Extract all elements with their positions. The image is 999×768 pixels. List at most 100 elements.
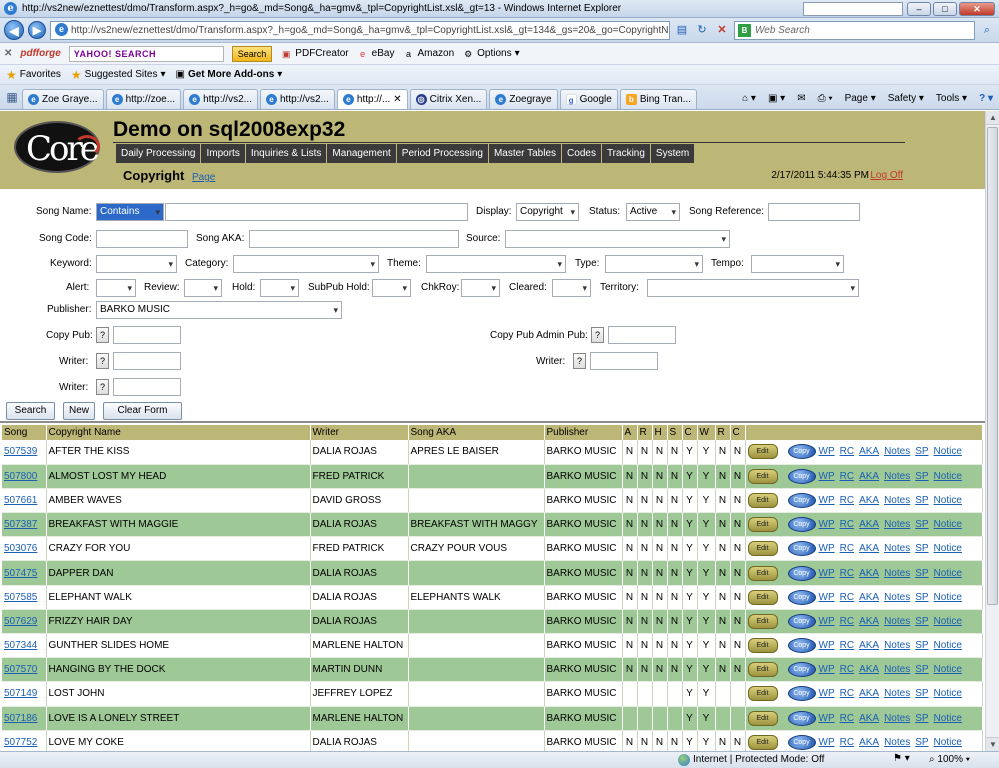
row-link-rc[interactable]: RC (840, 446, 854, 457)
row-link-wp[interactable]: WP (819, 640, 835, 651)
song-id-cell[interactable]: 507585 (2, 585, 47, 610)
row-link-notes[interactable]: Notes (884, 446, 910, 457)
edit-button[interactable]: Edit (747, 734, 778, 750)
row-link-aka[interactable]: AKA (859, 616, 879, 627)
song-id-cell[interactable]: 507539 (2, 440, 47, 465)
row-link-notes[interactable]: Notes (884, 568, 910, 579)
edit-button[interactable]: Edit (747, 492, 778, 508)
writer3-input[interactable] (113, 378, 181, 396)
logoff-link[interactable]: Log Off (870, 170, 903, 181)
row-link-notice[interactable]: Notice (934, 640, 962, 651)
row-link-notes[interactable]: Notes (884, 471, 910, 482)
row-link-aka[interactable]: AKA (859, 568, 879, 579)
options-button[interactable]: ⚙ Options ▾ (462, 48, 520, 60)
close-toolbar-icon[interactable]: ✕ (4, 48, 12, 59)
scroll-down-icon[interactable]: ▼ (986, 737, 999, 751)
feeds-icon[interactable]: ▣ ▾ (768, 93, 785, 104)
row-link-sp[interactable]: SP (915, 640, 928, 651)
row-link-sp[interactable]: SP (915, 543, 928, 554)
url-input[interactable]: http://vs2new/eznettest/dmo/Transform.as… (50, 20, 670, 40)
row-link-aka[interactable]: AKA (859, 688, 879, 699)
copy-pub-lookup-button[interactable]: ? (96, 327, 109, 343)
copy-button[interactable]: Copy (787, 662, 816, 678)
copy-button[interactable]: Copy (787, 613, 816, 629)
compatibility-icon[interactable]: ▤ (674, 22, 690, 38)
row-link-aka[interactable]: AKA (859, 592, 879, 603)
close-tab-icon[interactable]: ✕ (393, 94, 401, 105)
song-id-cell[interactable]: 507570 (2, 657, 47, 683)
nav-daily-processing[interactable]: Daily Processing (116, 144, 202, 163)
row-link-notes[interactable]: Notes (884, 543, 910, 554)
copy-button[interactable]: Copy (787, 710, 816, 726)
row-link-aka[interactable]: AKA (859, 713, 879, 724)
row-link-sp[interactable]: SP (915, 713, 928, 724)
category-select[interactable] (233, 255, 379, 273)
song-id-link[interactable]: 507475 (4, 568, 37, 579)
row-link-rc[interactable]: RC (840, 616, 854, 627)
edit-button[interactable]: Edit (747, 517, 778, 533)
row-link-rc[interactable]: RC (840, 519, 854, 530)
row-link-wp[interactable]: WP (819, 664, 835, 675)
song-id-cell[interactable]: 507800 (2, 464, 47, 489)
song-id-link[interactable]: 507629 (4, 616, 37, 627)
row-link-rc[interactable]: RC (840, 543, 854, 554)
nav-master-tables[interactable]: Master Tables (488, 144, 563, 163)
amazon-button[interactable]: a Amazon (402, 48, 454, 60)
nav-management[interactable]: Management (327, 144, 397, 163)
song-id-link[interactable]: 507570 (4, 664, 37, 675)
col-header-song-aka[interactable]: Song AKA (408, 425, 545, 440)
edit-button[interactable]: Edit (747, 710, 778, 726)
chkroy-select[interactable] (461, 279, 500, 297)
row-link-wp[interactable]: WP (819, 495, 835, 506)
safety-menu[interactable]: Safety ▾ (888, 93, 924, 104)
copy-button[interactable]: Copy (787, 492, 816, 508)
song-id-cell[interactable]: 507149 (2, 681, 47, 707)
tempo-select[interactable] (751, 255, 844, 273)
row-link-rc[interactable]: RC (840, 568, 854, 579)
close-window-button[interactable]: ✕ (959, 1, 995, 16)
row-link-rc[interactable]: RC (840, 713, 854, 724)
yahoo-search-input[interactable]: YAHOO! SEARCH (68, 45, 224, 62)
song-id-cell[interactable]: 507475 (2, 560, 47, 586)
mail-icon[interactable]: ✉ (797, 93, 805, 104)
territory-select[interactable] (647, 279, 859, 297)
copy-button[interactable]: Copy (787, 517, 816, 533)
zoom-level[interactable]: ⌕ 100% ▾ (929, 754, 970, 765)
keyword-select[interactable] (96, 255, 177, 273)
row-link-sp[interactable]: SP (915, 737, 928, 748)
row-link-notes[interactable]: Notes (884, 495, 910, 506)
col-header-publisher[interactable]: Publisher (544, 425, 623, 440)
song-code-input[interactable] (96, 230, 188, 248)
row-link-notes[interactable]: Notes (884, 592, 910, 603)
song-id-cell[interactable]: 507186 (2, 706, 47, 731)
song-id-cell[interactable]: 503076 (2, 536, 47, 562)
forward-button[interactable]: ▶ (28, 21, 46, 39)
row-link-aka[interactable]: AKA (859, 495, 879, 506)
copy-pub-admin-input[interactable] (608, 326, 676, 344)
minimize-button[interactable]: – (907, 1, 931, 16)
row-link-notice[interactable]: Notice (934, 616, 962, 627)
row-link-notes[interactable]: Notes (884, 519, 910, 530)
vertical-scrollbar[interactable]: ▲ ▼ (985, 111, 999, 751)
copy-button[interactable]: Copy (787, 589, 816, 605)
subpub-hold-select[interactable] (372, 279, 411, 297)
nav-imports[interactable]: Imports (201, 144, 246, 163)
row-link-notice[interactable]: Notice (934, 495, 962, 506)
scroll-thumb[interactable] (987, 127, 998, 605)
song-name-input[interactable] (165, 203, 468, 221)
copy-button[interactable]: Copy (787, 565, 816, 581)
row-link-wp[interactable]: WP (819, 616, 835, 627)
row-link-notice[interactable]: Notice (934, 664, 962, 675)
writer2-lookup-button[interactable]: ? (573, 353, 586, 369)
row-link-sp[interactable]: SP (915, 616, 928, 627)
row-link-sp[interactable]: SP (915, 495, 928, 506)
row-link-sp[interactable]: SP (915, 471, 928, 482)
browser-tab[interactable]: e http://zoe... (105, 89, 182, 109)
row-link-wp[interactable]: WP (819, 519, 835, 530)
cleared-select[interactable] (552, 279, 591, 297)
song-id-cell[interactable]: 507629 (2, 609, 47, 635)
row-link-sp[interactable]: SP (915, 664, 928, 675)
copy-button[interactable]: Copy (787, 638, 816, 654)
writer-lookup-button[interactable]: ? (96, 353, 109, 369)
maximize-button[interactable]: □ (933, 1, 957, 16)
